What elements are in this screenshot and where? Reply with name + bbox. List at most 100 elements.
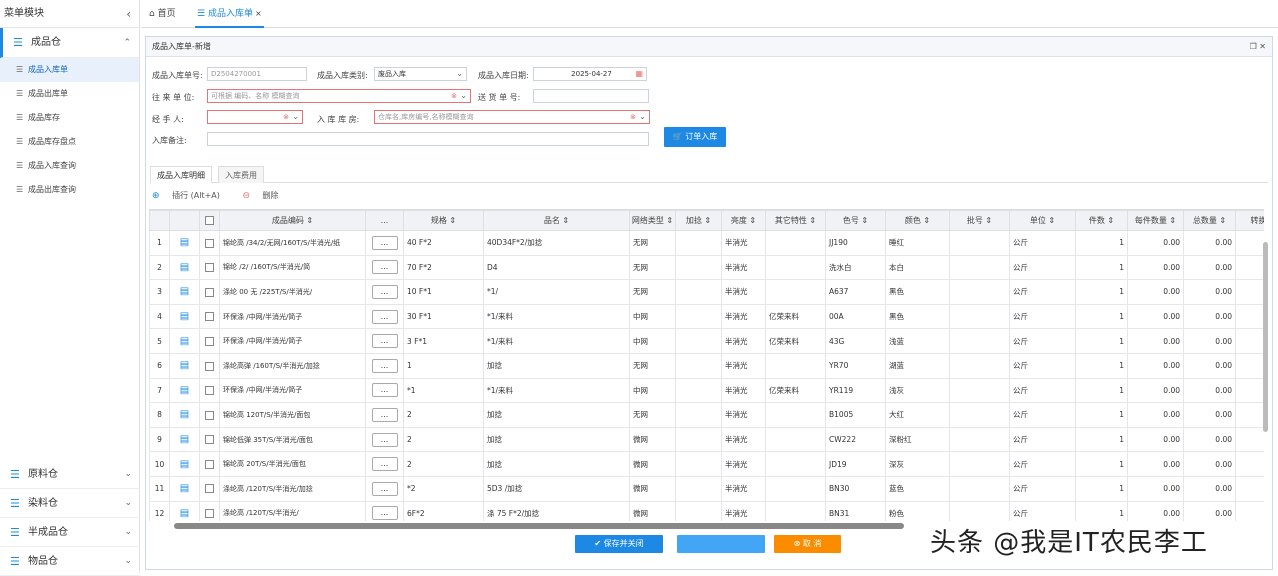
picker-button[interactable]: ... — [371, 407, 398, 422]
cancel-button[interactable]: ⊗ 取 消 — [774, 535, 841, 553]
edit-cell[interactable]: ▤ — [169, 328, 200, 354]
brightness-cell[interactable]: 半消光 — [721, 352, 766, 379]
other-cell[interactable] — [765, 500, 826, 521]
col-header[interactable]: 规格 ⇕ — [403, 210, 484, 231]
picker-cell[interactable]: ... — [365, 254, 404, 281]
brightness-cell[interactable]: 半消光 — [721, 500, 766, 521]
picker-cell[interactable]: ... — [365, 475, 404, 502]
pieces-cell[interactable]: 1 — [1075, 328, 1128, 354]
add-row-button[interactable]: ⊕ 插行 (Alt+A) — [152, 191, 230, 201]
save-new-button[interactable] — [677, 535, 765, 553]
col-header[interactable]: 批号 ⇕ — [949, 210, 1010, 231]
edit-icon[interactable]: ▤ — [180, 459, 189, 470]
spec-cell[interactable]: 2 — [403, 451, 484, 477]
name-cell[interactable]: 加捻 — [483, 402, 630, 428]
vertical-scrollbar[interactable] — [1263, 242, 1268, 432]
pieces-cell[interactable]: 1 — [1075, 377, 1128, 404]
unit-cell[interactable]: 公斤 — [1009, 475, 1076, 502]
net-type-cell[interactable]: 中网 — [629, 328, 676, 354]
sidebar-item-outbound-query[interactable]: ☰ 成品出库查询 — [0, 178, 139, 202]
delete-row-button[interactable]: ⊖ 删除 — [242, 191, 288, 201]
picker-cell[interactable]: ... — [365, 279, 404, 305]
twist-cell[interactable] — [675, 402, 722, 428]
name-cell[interactable]: *1/ — [483, 279, 630, 305]
spec-cell[interactable]: 40 F*2 — [403, 230, 484, 256]
batch-cell[interactable] — [949, 279, 1010, 305]
color-cell[interactable]: 黑色 — [885, 303, 950, 330]
conversion-cell[interactable] — [1235, 352, 1264, 379]
edit-icon[interactable]: ▤ — [180, 336, 189, 347]
picker-cell[interactable]: ... — [365, 328, 404, 354]
brightness-cell[interactable]: 半消光 — [721, 230, 766, 256]
tab-inbound-detail[interactable]: 成品入库明细 — [150, 166, 212, 183]
batch-cell[interactable] — [949, 475, 1010, 502]
unit-cell[interactable]: 公斤 — [1009, 500, 1076, 521]
table-row[interactable]: 3 ▤ 涤纶 00 无 /225T/S/半消光/ ... 10 F*1 *1/ 无网 半… — [149, 279, 1264, 305]
color-cell[interactable]: 深粉红 — [885, 426, 950, 453]
other-cell[interactable] — [765, 426, 826, 453]
name-cell[interactable]: *1/来料 — [483, 303, 630, 330]
total-cell[interactable]: 0.00 — [1183, 377, 1236, 404]
spec-cell[interactable]: 3 F*1 — [403, 328, 484, 354]
clear-icon[interactable]: ⊗ — [630, 111, 636, 123]
select-cell[interactable] — [199, 475, 220, 502]
per-piece-cell[interactable]: 0.00 — [1127, 475, 1184, 502]
batch-cell[interactable] — [949, 426, 1010, 453]
net-type-cell[interactable]: 中网 — [629, 303, 676, 330]
table-row[interactable]: 11 ▤ 涤纶高 /120T/S/半消光/加捻 ... *2 5D3 /加捻 微网 半消… — [149, 475, 1264, 502]
product-code[interactable]: 锦纶低弹 35T/S/半消光/面包 — [219, 426, 366, 453]
per-piece-cell[interactable]: 0.00 — [1127, 254, 1184, 281]
spec-cell[interactable]: 6F*2 — [403, 500, 484, 521]
other-cell[interactable] — [765, 352, 826, 379]
edit-icon[interactable]: ▤ — [180, 508, 189, 519]
sidebar-item-outbound-order[interactable]: ☰ 成品出库单 — [0, 82, 139, 106]
other-cell[interactable]: 亿荣来料 — [765, 328, 826, 354]
product-code[interactable]: 锦纶 /2/ /160T/S/半消光/简 — [219, 254, 366, 281]
conversion-cell[interactable] — [1235, 230, 1264, 256]
product-code[interactable]: 涤纶高 /120T/S/半消光/加捻 — [219, 475, 366, 502]
table-row[interactable]: 5 ▤ 环保涤 /中网/半消光/简子 ... 3 F*1 *1/来料 中网 半消光 亿荣来料… — [149, 328, 1264, 354]
color-no-cell[interactable]: 00A — [825, 303, 886, 330]
color-cell[interactable]: 浅灰 — [885, 377, 950, 404]
picker-cell[interactable]: ... — [365, 377, 404, 404]
product-code[interactable]: 锦纶高 /34/2/无网/160T/S/半消光/纸 — [219, 230, 366, 256]
unit-cell[interactable]: 公斤 — [1009, 279, 1076, 305]
edit-cell[interactable]: ▤ — [169, 279, 200, 305]
picker-button[interactable]: ... — [371, 358, 398, 373]
product-code[interactable]: 环保涤 /中网/半消光/简子 — [219, 303, 366, 330]
row-checkbox[interactable] — [205, 484, 214, 494]
pieces-cell[interactable]: 1 — [1075, 254, 1128, 281]
select-cell[interactable] — [199, 303, 220, 330]
brightness-cell[interactable]: 半消光 — [721, 328, 766, 354]
col-select-all[interactable] — [199, 210, 220, 231]
picker-button[interactable]: ... — [371, 260, 398, 275]
color-no-cell[interactable]: BN31 — [825, 500, 886, 521]
row-checkbox[interactable] — [205, 435, 214, 445]
row-checkbox[interactable] — [205, 386, 214, 396]
color-cell[interactable]: 湖蓝 — [885, 352, 950, 379]
brightness-cell[interactable]: 半消光 — [721, 254, 766, 281]
order-inbound-button[interactable]: 🛒 订单入库 — [664, 127, 726, 147]
total-cell[interactable]: 0.00 — [1183, 426, 1236, 453]
color-cell[interactable]: 浅蓝 — [885, 328, 950, 354]
table-row[interactable]: 6 ▤ 涤纶高弹 /160T/S/半消光/加捻 ... 1 加捻 无网 半消光 YR70 湖… — [149, 352, 1264, 379]
select-cell[interactable] — [199, 451, 220, 477]
table-row[interactable]: 8 ▤ 锦纶高 120T/S/半消光/面包 ... 2 加捻 无网 半消光 B1005 大红… — [149, 402, 1264, 428]
color-no-cell[interactable]: 洗水白 — [825, 254, 886, 281]
product-code[interactable]: 涤纶高 /120T/S/半消光/ — [219, 500, 366, 521]
col-header[interactable]: 色号 ⇕ — [825, 210, 886, 231]
twist-cell[interactable] — [675, 426, 722, 453]
edit-icon[interactable]: ▤ — [180, 434, 189, 445]
product-code[interactable]: 涤纶 00 无 /225T/S/半消光/ — [219, 279, 366, 305]
row-checkbox[interactable] — [205, 238, 214, 248]
total-cell[interactable]: 0.00 — [1183, 279, 1236, 305]
conversion-cell[interactable] — [1235, 402, 1264, 428]
order-no-field[interactable]: D2504270001 — [207, 67, 307, 81]
select-cell[interactable] — [199, 352, 220, 379]
edit-cell[interactable]: ▤ — [169, 426, 200, 453]
col-header[interactable]: 亮度 ⇕ — [721, 210, 766, 231]
net-type-cell[interactable]: 无网 — [629, 352, 676, 379]
color-cell[interactable]: 睡红 — [885, 230, 950, 256]
type-select[interactable]: 废品入库 ⌄ — [374, 67, 467, 81]
color-no-cell[interactable]: JJ190 — [825, 230, 886, 256]
